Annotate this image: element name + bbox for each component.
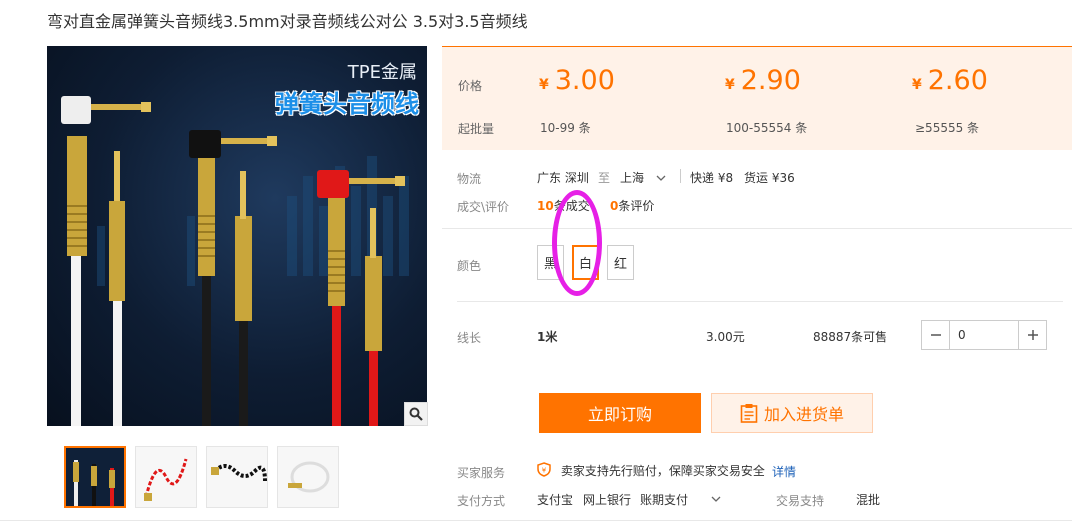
product-title: 弯对直金属弹簧头音频线3.5mm对录音频线公对公 3.5对3.5音频线 [47,12,528,31]
review-count-link[interactable]: 0条评价 [610,197,654,214]
logistics-label: 物流 [457,172,482,186]
tier-3-quantity: ≥55555 条 [915,121,980,135]
price-value: 2.60 [927,65,988,96]
deal-count-suffix: 条成交 [553,199,590,213]
ship-to-word: 至 [598,171,611,185]
clipboard-icon [740,404,758,423]
review-count-suffix: 条评价 [618,199,655,213]
separator [680,169,681,183]
destination-value: 上海 [620,171,645,185]
thumbnail-2[interactable] [135,446,197,508]
quantity-input[interactable] [950,321,1018,349]
price-panel: 价格 起批量 ¥3.00 ¥2.90 ¥2.60 10-99 条 100-555… [442,46,1072,150]
color-option-red[interactable]: 红 [607,245,634,280]
express-fee: 快递 ¥8 [690,171,734,185]
increase-button[interactable] [1018,321,1046,349]
color-option-white[interactable]: 白 [572,245,599,280]
divider [442,228,1072,229]
payment-more-dropdown[interactable] [711,492,721,506]
length-label: 线长 [457,331,482,345]
price-label: 价格 [458,79,483,93]
color-label: 颜色 [457,259,482,273]
stock-available: 88887条可售 [813,330,888,344]
price-tier-3: ¥2.60 [912,65,988,96]
ship-from: 广东 深圳 [537,171,589,185]
plus-icon [1027,330,1038,340]
svg-text:¥: ¥ [542,467,547,475]
service-info: ¥ 卖家支持先行赔付，保障买家交易安全 [537,462,765,479]
thumbnail-4[interactable] [277,446,339,508]
thumbnail-white-cable-image [278,447,338,507]
length-value: 1米 [537,330,558,344]
trade-support-label: 交易支持 [776,494,825,508]
shield-icon: ¥ [537,462,551,477]
trade-support-value: 混批 [856,493,881,507]
buy-now-button[interactable]: 立即订购 [539,393,701,433]
thumbnail-strip [64,446,339,508]
freight-fee: 货运 ¥36 [744,171,795,185]
add-to-cart-label: 加入进货单 [763,405,844,424]
chevron-down-icon [711,496,721,502]
payment-method-alipay: 支付宝 [537,493,574,507]
thumbnail-3[interactable] [206,446,268,508]
divider [457,301,1063,302]
payment-method-bank: 网上银行 [583,493,632,507]
thumbnail-coiled-red-cable-image [136,447,196,507]
main-product-image: TPE金属 弹簧头音频线 [47,46,427,426]
thumbnail-coiled-black-cable-image [207,447,267,507]
tier-1-quantity: 10-99 条 [540,121,591,135]
payment-label: 支付方式 [457,494,506,508]
price-value: 3.00 [554,65,615,96]
price-tier-1: ¥3.00 [539,65,615,96]
deals-label: 成交\评价 [457,200,510,214]
service-details-link[interactable]: 详情 [772,463,796,480]
thumbnail-cables-image [66,448,124,506]
deal-count-link[interactable]: 10条成交 [537,197,590,214]
chevron-down-icon [656,175,666,181]
destination-select[interactable]: 上海 [620,169,666,186]
add-to-cart-button[interactable]: 加入进货单 [711,393,873,433]
tier-2-quantity: 100-55554 条 [726,121,808,135]
image-brand-headline: 弹簧头音频线 [275,90,419,118]
currency-symbol: ¥ [725,77,735,93]
unit-price: 3.00元 [706,330,745,344]
price-value: 2.90 [740,65,801,96]
zoom-button[interactable] [404,402,428,426]
deal-count: 10 [537,199,554,213]
minus-icon [930,334,941,336]
service-text: 卖家支持先行赔付，保障买家交易安全 [560,464,765,478]
color-option-black[interactable]: 黑 [537,245,564,280]
moq-label: 起批量 [458,122,495,136]
magnifier-icon [409,407,423,421]
currency-symbol: ¥ [539,77,549,93]
currency-symbol: ¥ [912,77,922,93]
service-label: 买家服务 [457,466,506,480]
price-tier-2: ¥2.90 [725,65,801,96]
image-brand-caption: TPE金属 [347,62,417,83]
thumbnail-1[interactable] [64,446,126,508]
page-bottom-border [0,520,1072,521]
quantity-stepper [921,320,1047,350]
payment-method-credit: 账期支付 [640,493,689,507]
decrease-button[interactable] [922,321,950,349]
